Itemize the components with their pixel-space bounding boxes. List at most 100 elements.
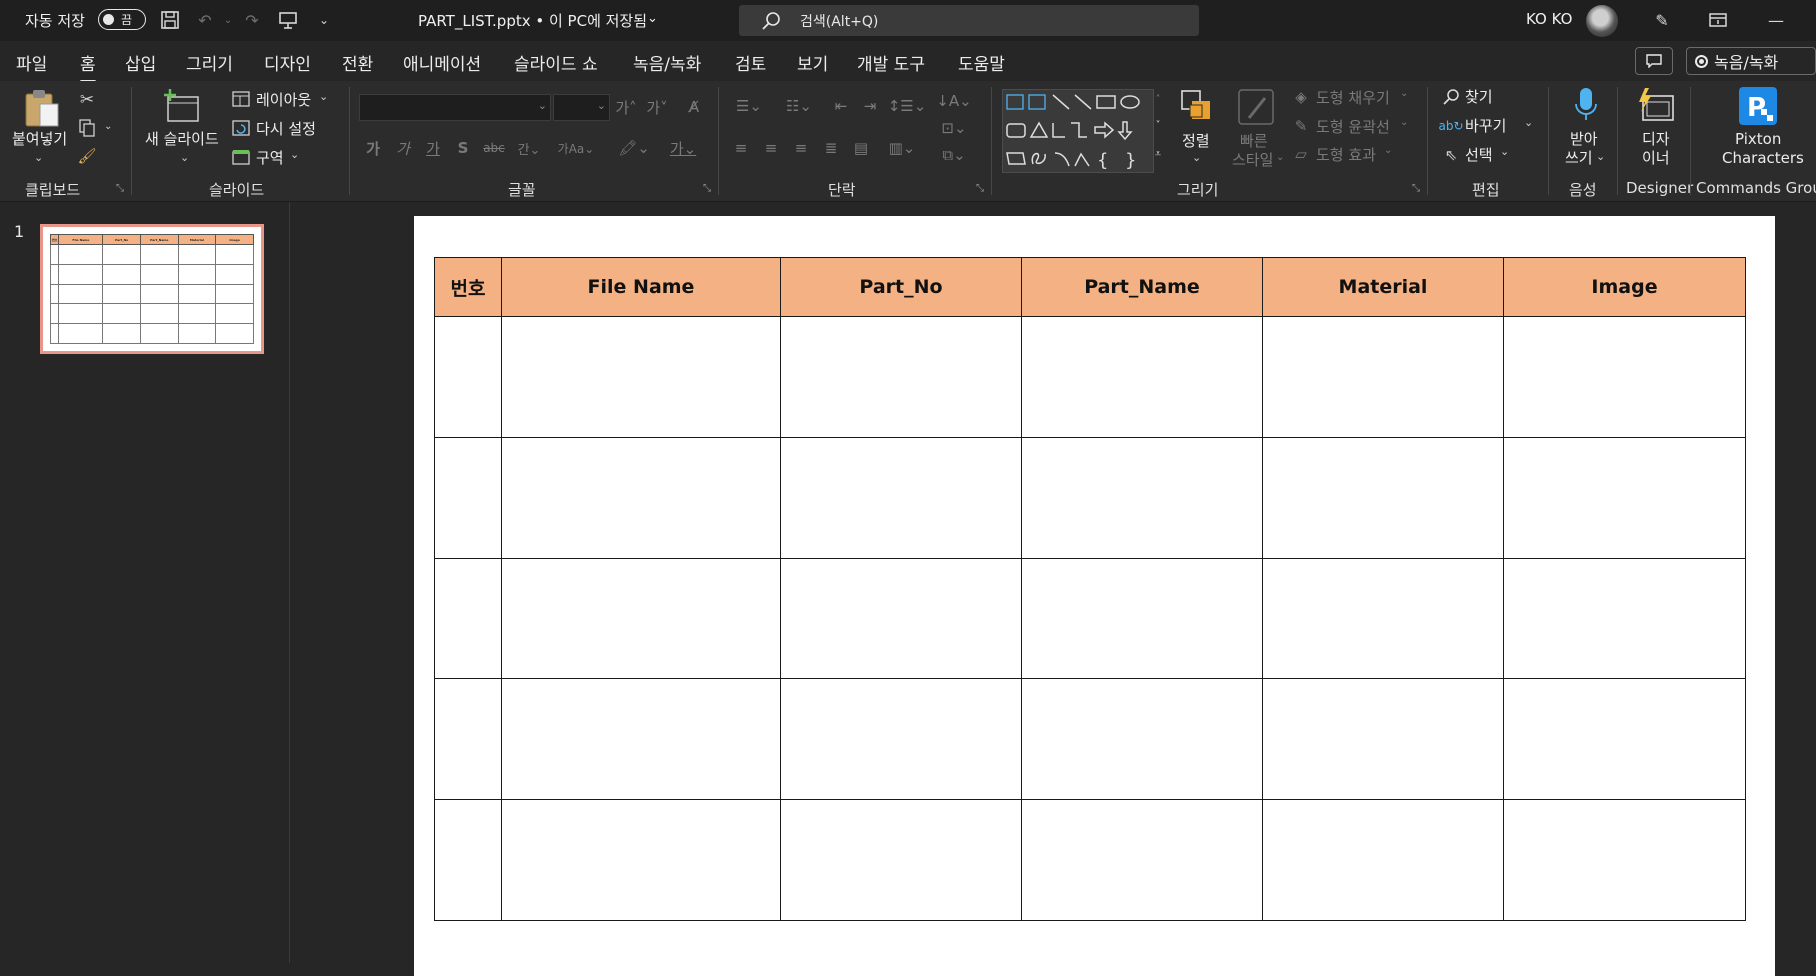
table-cell[interactable] xyxy=(501,316,781,438)
header-part-name[interactable]: Part_Name xyxy=(1021,257,1263,317)
columns-icon[interactable]: ▥⌄ xyxy=(884,136,920,160)
shape-outline-label[interactable]: 도형 윤곽선 xyxy=(1316,116,1390,137)
change-case-icon[interactable]: 가Aa⌄ xyxy=(557,136,595,160)
comments-button[interactable] xyxy=(1635,47,1673,75)
header-number[interactable]: 번호 xyxy=(434,257,502,317)
title-dropdown-icon[interactable]: ⌄ xyxy=(647,11,658,26)
decrease-indent-icon[interactable]: ⇤ xyxy=(829,94,853,118)
tab-draw[interactable]: 그리기 xyxy=(186,50,233,75)
arrange-label[interactable]: 정렬 xyxy=(1182,130,1210,151)
table-cell[interactable] xyxy=(1021,436,1263,559)
document-title[interactable]: PART_LIST.pptx • 이 PC에 저장됨 xyxy=(418,10,647,31)
bold-icon[interactable]: 가 xyxy=(364,136,382,160)
table-cell[interactable] xyxy=(1503,436,1746,559)
quick-styles-label-2[interactable]: 스타일 xyxy=(1232,149,1273,170)
tab-insert[interactable]: 삽입 xyxy=(125,50,156,75)
font-name-combo[interactable]: ⌄ xyxy=(359,94,551,121)
section-dropdown-icon[interactable]: ⌄ xyxy=(290,148,299,161)
pixton-icon[interactable]: P xyxy=(1738,86,1778,126)
shape-fill-dropdown-icon[interactable]: ⌄ xyxy=(1400,88,1408,99)
dictate-label-2[interactable]: 쓰기 xyxy=(1565,147,1593,168)
table-cell[interactable] xyxy=(1503,799,1746,921)
strikethrough-icon[interactable]: abc xyxy=(482,136,506,160)
copy-icon[interactable] xyxy=(76,117,98,139)
reset-icon[interactable] xyxy=(231,118,251,138)
scroll-down-icon[interactable]: ˅ xyxy=(1150,115,1166,135)
part-list-table[interactable]: 번호 File Name Part_No Part_Name Material … xyxy=(434,257,1746,921)
table-cell[interactable] xyxy=(1262,799,1504,921)
shape-outline-icon[interactable]: ✎ xyxy=(1291,116,1311,136)
shapes-gallery[interactable]: { } xyxy=(1002,89,1154,173)
clipboard-launcher-icon[interactable]: ⤡ xyxy=(116,183,124,194)
arrange-icon[interactable] xyxy=(1178,87,1216,127)
pixton-label-2[interactable]: Characters xyxy=(1722,149,1804,167)
header-material[interactable]: Material xyxy=(1262,257,1504,317)
copy-dropdown-icon[interactable]: ⌄ xyxy=(104,121,112,132)
quick-styles-label-1[interactable]: 빠른 xyxy=(1240,130,1268,151)
ribbon-display-options-icon[interactable] xyxy=(1706,8,1730,32)
paste-label[interactable]: 붙여넣기 xyxy=(12,128,67,149)
reset-label[interactable]: 다시 설정 xyxy=(256,118,316,139)
record-button[interactable]: 녹음/녹화 xyxy=(1686,47,1816,75)
table-cell[interactable] xyxy=(501,799,781,921)
new-slide-icon[interactable] xyxy=(163,87,203,127)
find-label[interactable]: 찾기 xyxy=(1465,86,1493,107)
replace-icon[interactable]: ab↻ xyxy=(1438,115,1463,137)
shape-fill-label[interactable]: 도형 채우기 xyxy=(1316,87,1390,108)
table-cell[interactable] xyxy=(1503,557,1746,680)
pixton-label-1[interactable]: Pixton xyxy=(1735,130,1781,148)
character-spacing-icon[interactable]: 간⌄ xyxy=(512,136,546,160)
quick-styles-icon[interactable] xyxy=(1236,87,1276,127)
autosave-toggle[interactable]: 끔 xyxy=(98,9,146,30)
cut-icon[interactable]: ✂ xyxy=(76,89,98,111)
customize-toolbar-icon[interactable]: ⌄ xyxy=(312,8,336,32)
tab-help[interactable]: 도움말 xyxy=(958,50,1005,75)
present-from-start-icon[interactable] xyxy=(276,8,300,32)
shapes-gallery-scroll[interactable]: ˄ ˅ ⩡ xyxy=(1150,89,1166,173)
underline-icon[interactable]: 가 xyxy=(424,136,442,160)
user-initials[interactable]: KO KO xyxy=(1526,10,1572,28)
tab-transitions[interactable]: 전환 xyxy=(342,50,373,75)
table-cell[interactable] xyxy=(1021,799,1263,921)
decrease-font-icon[interactable]: 가˅ xyxy=(645,95,669,119)
table-cell[interactable] xyxy=(434,557,502,680)
table-cell[interactable] xyxy=(434,799,502,921)
table-cell[interactable] xyxy=(780,678,1022,801)
gallery-more-icon[interactable]: ⩡ xyxy=(1150,143,1166,165)
clear-formatting-icon[interactable]: A̸ xyxy=(682,95,706,119)
table-cell[interactable] xyxy=(501,557,781,680)
tab-slideshow[interactable]: 슬라이드 쇼 xyxy=(514,50,598,75)
paste-dropdown-icon[interactable]: ⌄ xyxy=(34,151,43,164)
shadow-icon[interactable]: S xyxy=(454,136,472,160)
table-cell[interactable] xyxy=(1262,316,1504,438)
tab-review[interactable]: 검토 xyxy=(735,50,766,75)
dictate-icon[interactable] xyxy=(1568,85,1604,125)
bullets-icon[interactable]: ☰⌄ xyxy=(729,94,769,118)
undo-dropdown-icon[interactable]: ⌄ xyxy=(216,8,240,32)
table-cell[interactable] xyxy=(434,436,502,559)
font-color-icon[interactable]: 가⌄ xyxy=(663,136,703,160)
font-size-combo[interactable]: ⌄ xyxy=(553,94,610,121)
highlight-icon[interactable]: 🖍⌄ xyxy=(614,136,654,160)
select-dropdown-icon[interactable]: ⌄ xyxy=(1500,145,1509,158)
table-cell[interactable] xyxy=(780,436,1022,559)
dictate-dropdown-icon[interactable]: ⌄ xyxy=(1596,150,1605,163)
quick-styles-dropdown-icon[interactable]: ⌄ xyxy=(1276,152,1284,163)
tab-view[interactable]: 보기 xyxy=(797,50,828,75)
save-icon[interactable] xyxy=(158,8,182,32)
new-slide-dropdown-icon[interactable]: ⌄ xyxy=(180,151,189,164)
font-size-dropdown-icon[interactable]: ⌄ xyxy=(597,99,606,112)
shape-effects-dropdown-icon[interactable]: ⌄ xyxy=(1384,145,1392,156)
tab-developer[interactable]: 개발 도구 xyxy=(857,50,925,75)
layout-label[interactable]: 레이아웃 xyxy=(256,89,311,110)
increase-font-icon[interactable]: 가˄ xyxy=(614,95,638,119)
shape-outline-dropdown-icon[interactable]: ⌄ xyxy=(1400,117,1408,128)
align-text-icon[interactable]: ⊡⌄ xyxy=(936,116,972,140)
table-cell[interactable] xyxy=(780,316,1022,438)
search-box[interactable]: 검색(Alt+Q) xyxy=(739,5,1199,36)
table-cell[interactable] xyxy=(780,799,1022,921)
shape-effects-label[interactable]: 도형 효과 xyxy=(1316,144,1376,165)
italic-icon[interactable]: 가 xyxy=(394,136,412,160)
font-name-dropdown-icon[interactable]: ⌄ xyxy=(538,99,547,112)
new-slide-label[interactable]: 새 슬라이드 xyxy=(145,128,219,149)
